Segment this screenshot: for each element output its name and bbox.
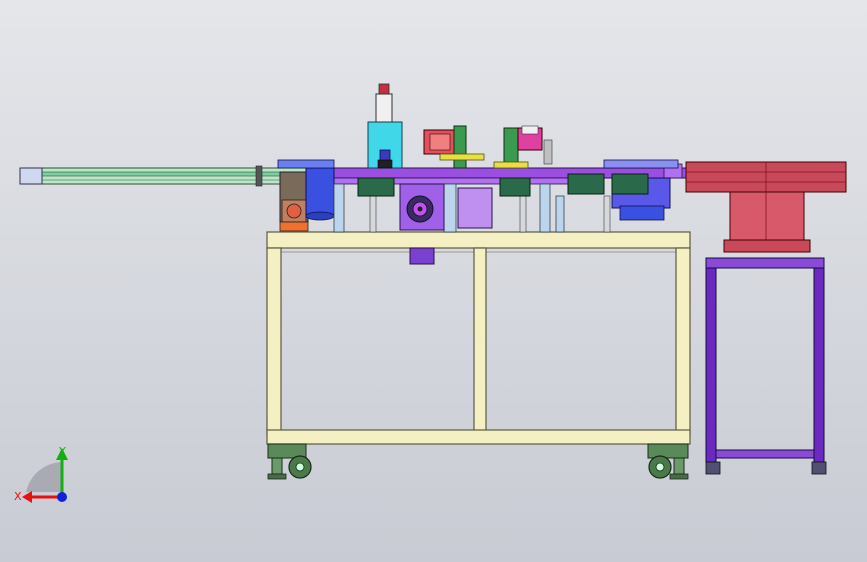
casters-right <box>647 443 689 480</box>
rail-motor <box>279 171 309 232</box>
bowl-stand <box>705 257 827 475</box>
y-axis-label: Y <box>58 445 66 458</box>
vibratory-bowl <box>685 161 847 253</box>
casters-left <box>267 443 312 480</box>
green-pick-unit <box>493 125 553 169</box>
x-axis-label: X <box>14 490 22 503</box>
main-frame <box>266 231 691 445</box>
orange-pick-unit <box>423 125 485 169</box>
z-axis-dot <box>57 492 67 502</box>
orientation-triad: Y X <box>14 445 68 503</box>
cad-viewport[interactable]: Y X <box>0 0 867 562</box>
cyan-press-tower <box>367 83 403 169</box>
assembly-drawing: Y X <box>14 83 847 503</box>
